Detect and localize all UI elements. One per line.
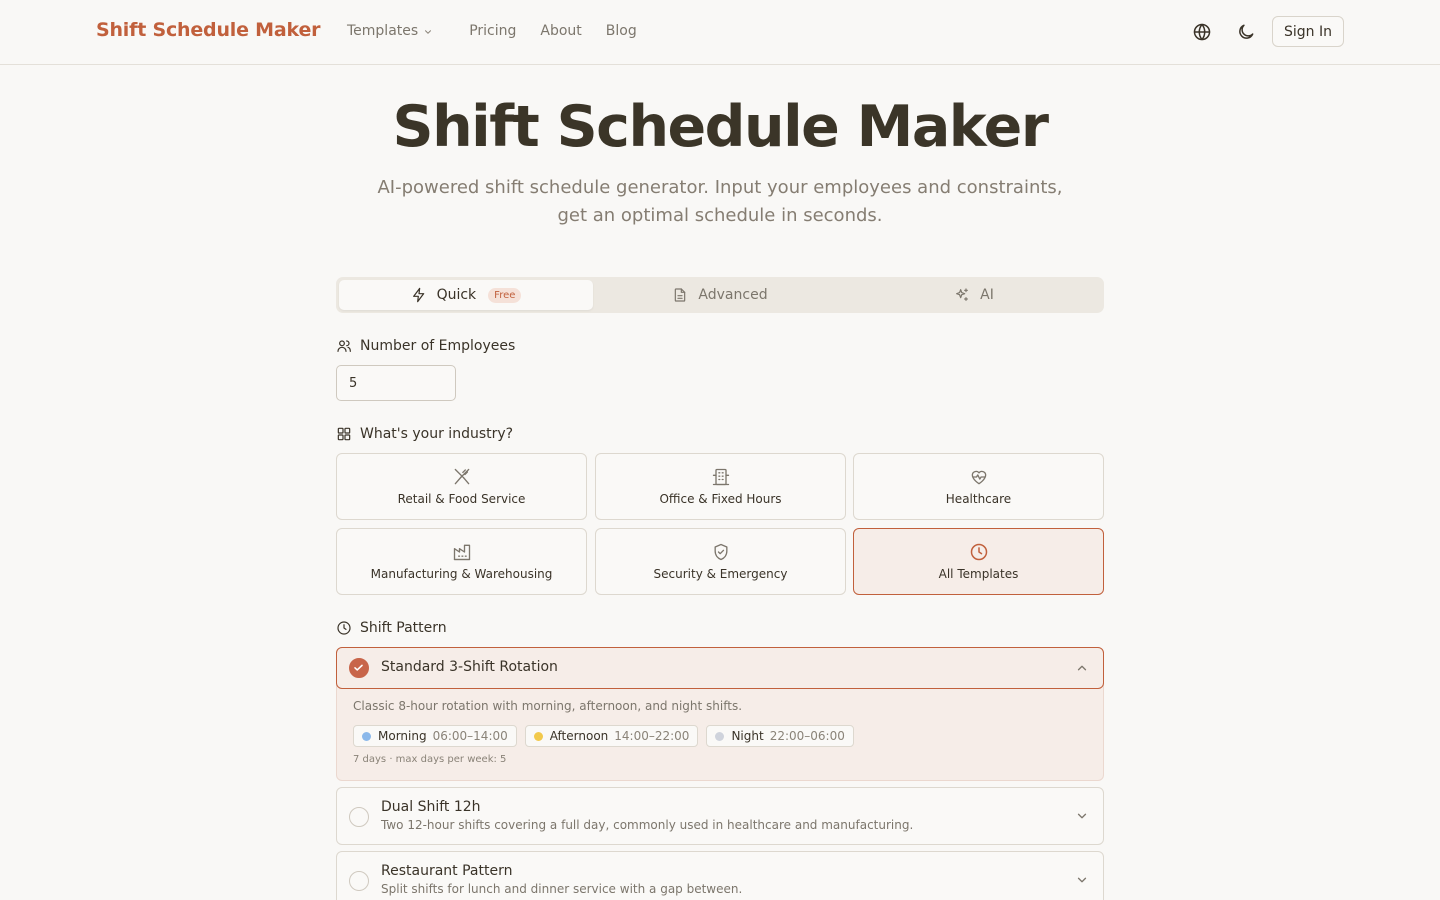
globe-icon[interactable] bbox=[1192, 22, 1212, 42]
grid-icon bbox=[336, 426, 360, 442]
top-header: Shift Schedule Maker Templates Pricing A… bbox=[0, 0, 1440, 65]
users-icon bbox=[336, 338, 360, 354]
color-dot bbox=[533, 731, 543, 741]
radio-unchecked[interactable] bbox=[349, 807, 369, 827]
utensils-icon bbox=[452, 467, 472, 492]
heart-pulse-icon bbox=[969, 467, 989, 492]
chevron-up-icon[interactable] bbox=[1075, 661, 1089, 675]
shift-pattern-label: Shift Pattern bbox=[336, 620, 447, 636]
pattern-option-dual-shift-12h[interactable]: Dual Shift 12h Two 12-hour shifts coveri… bbox=[336, 787, 1104, 845]
industry-option-manufacturing[interactable]: Manufacturing & Warehousing bbox=[336, 528, 587, 595]
pattern-description: Classic 8-hour rotation with morning, af… bbox=[353, 699, 743, 713]
mode-tabs: Quick Free Advanced AI bbox=[336, 277, 1104, 313]
moon-icon[interactable] bbox=[1236, 22, 1256, 42]
employees-label-text: Number of Employees bbox=[360, 338, 516, 354]
tab-ai-label: AI bbox=[980, 287, 994, 303]
color-dot bbox=[362, 731, 371, 741]
nav-templates[interactable]: Templates bbox=[347, 23, 433, 39]
employees-label: Number of Employees bbox=[336, 338, 515, 354]
page-title: Shift Schedule Maker bbox=[392, 94, 1049, 160]
chevron-down-icon[interactable] bbox=[1075, 873, 1089, 887]
shift-time: 06:00–14:00 bbox=[432, 729, 508, 743]
free-badge: Free bbox=[488, 287, 522, 303]
page-subtitle: AI-powered shift schedule generator. Inp… bbox=[360, 174, 1080, 230]
shift-chip-afternoon: Afternoon 14:00–22:00 bbox=[524, 725, 699, 747]
industry-option-all-templates[interactable]: All Templates bbox=[853, 528, 1104, 595]
color-dot bbox=[715, 731, 725, 741]
pattern-description: Split shifts for lunch and dinner servic… bbox=[381, 882, 743, 896]
pattern-description: Two 12-hour shifts covering a full day, … bbox=[381, 818, 914, 832]
shift-name: Night bbox=[731, 729, 764, 743]
radio-unchecked[interactable] bbox=[349, 871, 369, 891]
shift-chips: Morning 06:00–14:00 Afternoon 14:00–22:0… bbox=[353, 725, 862, 747]
sparkles-icon bbox=[954, 287, 980, 303]
nav-pricing[interactable]: Pricing bbox=[469, 23, 516, 39]
shift-pattern-label-text: Shift Pattern bbox=[360, 620, 447, 636]
industry-option-label: Healthcare bbox=[945, 492, 1012, 506]
tab-ai[interactable]: AI bbox=[847, 280, 1101, 310]
pattern-title: Standard 3-Shift Rotation bbox=[381, 659, 558, 675]
shift-time: 22:00–06:00 bbox=[769, 729, 845, 743]
brand-logo[interactable]: Shift Schedule Maker bbox=[96, 19, 321, 41]
shift-time: 14:00–22:00 bbox=[614, 729, 690, 743]
factory-icon bbox=[452, 542, 472, 567]
industry-option-security[interactable]: Security & Emergency bbox=[595, 528, 846, 595]
shift-chip-night: Night 22:00–06:00 bbox=[706, 725, 854, 747]
nav-blog[interactable]: Blog bbox=[606, 23, 637, 39]
nav-about[interactable]: About bbox=[540, 23, 581, 39]
clock-icon bbox=[336, 620, 360, 636]
radio-checked[interactable] bbox=[349, 658, 369, 678]
pattern-option-restaurant[interactable]: Restaurant Pattern Split shifts for lunc… bbox=[336, 851, 1104, 900]
clock-icon bbox=[969, 542, 989, 567]
subtitle-line-2: get an optimal schedule in seconds. bbox=[557, 205, 883, 226]
tab-advanced[interactable]: Advanced bbox=[593, 280, 847, 310]
industry-label: What's your industry? bbox=[336, 426, 513, 442]
industry-option-office[interactable]: Office & Fixed Hours bbox=[595, 453, 846, 520]
tab-quick[interactable]: Quick Free bbox=[339, 280, 593, 310]
industry-label-text: What's your industry? bbox=[360, 426, 514, 442]
pattern-title: Restaurant Pattern bbox=[381, 863, 513, 879]
building-icon bbox=[711, 467, 731, 492]
document-icon bbox=[672, 287, 698, 303]
industry-option-label: All Templates bbox=[938, 567, 1019, 581]
chevron-down-icon[interactable] bbox=[1075, 809, 1089, 823]
pattern-title: Dual Shift 12h bbox=[381, 799, 481, 815]
pattern-meta: 7 days · max days per week: 5 bbox=[353, 754, 507, 765]
shift-chip-morning: Morning 06:00–14:00 bbox=[353, 725, 517, 747]
industry-option-label: Retail & Food Service bbox=[397, 492, 526, 506]
sign-in-button[interactable]: Sign In bbox=[1272, 16, 1344, 47]
lightning-icon bbox=[411, 287, 437, 303]
chevron-down-icon bbox=[423, 27, 433, 37]
shift-name: Morning bbox=[378, 729, 427, 743]
tab-advanced-label: Advanced bbox=[698, 287, 768, 303]
nav-templates-label: Templates bbox=[347, 23, 419, 39]
employees-count-input[interactable] bbox=[336, 365, 456, 401]
industry-option-retail[interactable]: Retail & Food Service bbox=[336, 453, 587, 520]
subtitle-line-1: AI-powered shift schedule generator. Inp… bbox=[377, 177, 1063, 198]
pattern-option-standard-3-shift[interactable]: Standard 3-Shift Rotation bbox=[336, 647, 1104, 689]
tab-quick-label: Quick bbox=[436, 287, 477, 303]
industry-option-label: Manufacturing & Warehousing bbox=[370, 567, 553, 581]
industry-option-healthcare[interactable]: Healthcare bbox=[853, 453, 1104, 520]
shield-check-icon bbox=[711, 542, 731, 567]
shift-name: Afternoon bbox=[549, 729, 609, 743]
main-nav: Templates Pricing About Blog bbox=[347, 23, 661, 39]
industry-option-label: Security & Emergency bbox=[653, 567, 788, 581]
industry-option-label: Office & Fixed Hours bbox=[659, 492, 782, 506]
